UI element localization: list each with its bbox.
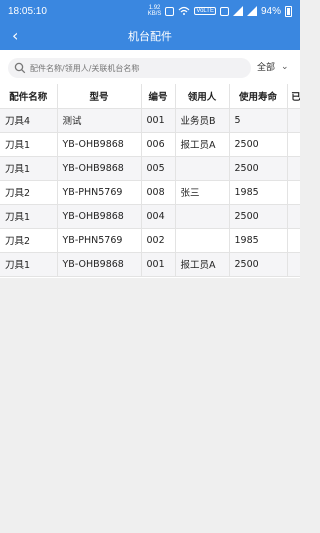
cell-used bbox=[287, 228, 300, 253]
signal-icon-2 bbox=[246, 6, 257, 16]
cell-service-life: 2500 bbox=[229, 252, 288, 277]
cell-service-life: 2500 bbox=[229, 156, 288, 181]
cell-recipient: 报工员A bbox=[175, 132, 230, 157]
cell-part-name: 刀具1 bbox=[0, 132, 58, 157]
status-icons: 1.92 KB/S VoLTE 94% bbox=[148, 5, 292, 17]
header-part-name: 配件名称 bbox=[0, 84, 58, 109]
cell-part-name: 刀具1 bbox=[0, 204, 58, 229]
chevron-down-icon: ⌄ bbox=[281, 61, 289, 72]
table-row[interactable]: 刀具2 YB-PHN5769 008 张三 1985 bbox=[0, 180, 300, 205]
vibrate-icon bbox=[219, 6, 229, 16]
cell-used bbox=[287, 252, 300, 277]
header-number: 编号 bbox=[141, 84, 176, 109]
cell-model: YB-PHN5769 bbox=[57, 228, 142, 253]
parts-table[interactable]: 配件名称 型号 编号 领用人 使用寿命 已 刀具4 测试 001 业务员B 5 … bbox=[0, 84, 300, 278]
page-title: 机台配件 bbox=[128, 30, 172, 43]
status-bar: 18:05:10 1.92 KB/S VoLTE 94% bbox=[0, 0, 300, 22]
cell-number: 008 bbox=[141, 180, 176, 205]
table-row[interactable]: 刀具1 YB-OHB9868 006 报工员A 2500 bbox=[0, 132, 300, 157]
cell-number: 006 bbox=[141, 132, 176, 157]
header-service-life: 使用寿命 bbox=[229, 84, 288, 109]
cell-used bbox=[287, 204, 300, 229]
cell-number: 001 bbox=[141, 252, 176, 277]
net-speed-unit: KB/S bbox=[147, 11, 162, 17]
cell-model: YB-PHN5769 bbox=[57, 180, 142, 205]
table-row[interactable]: 刀具2 YB-PHN5769 002 1985 bbox=[0, 228, 300, 253]
nav-bar: ‹ 机台配件 bbox=[0, 22, 300, 50]
back-icon[interactable]: ‹ bbox=[12, 28, 28, 44]
table-row[interactable]: 刀具1 YB-OHB9868 004 2500 bbox=[0, 204, 300, 229]
filter-label: 全部 bbox=[257, 63, 276, 73]
cell-recipient bbox=[175, 204, 230, 229]
table-row[interactable]: 刀具1 YB-OHB9868 001 报工员A 2500 bbox=[0, 252, 300, 277]
cell-part-name: 刀具2 bbox=[0, 228, 58, 253]
cell-model: 测试 bbox=[57, 108, 142, 133]
header-used: 已 bbox=[287, 84, 300, 109]
cell-service-life: 2500 bbox=[229, 204, 288, 229]
search-bar: 全部 ⌄ bbox=[0, 50, 300, 84]
table-header: 配件名称 型号 编号 领用人 使用寿命 已 bbox=[0, 84, 300, 109]
cell-recipient bbox=[175, 228, 230, 253]
cell-number: 004 bbox=[141, 204, 176, 229]
alarm-icon bbox=[165, 6, 175, 16]
cell-model: YB-OHB9868 bbox=[57, 132, 142, 157]
cell-recipient: 张三 bbox=[175, 180, 230, 205]
header-recipient: 领用人 bbox=[175, 84, 230, 109]
cell-used bbox=[287, 180, 300, 205]
cell-used bbox=[287, 132, 300, 157]
cell-number: 001 bbox=[141, 108, 176, 133]
cell-number: 002 bbox=[141, 228, 176, 253]
table-row[interactable]: 刀具1 YB-OHB9868 005 2500 bbox=[0, 156, 300, 181]
search-icon bbox=[14, 62, 26, 74]
header-model: 型号 bbox=[57, 84, 142, 109]
cell-number: 005 bbox=[141, 156, 176, 181]
cell-model: YB-OHB9868 bbox=[57, 252, 142, 277]
search-input[interactable] bbox=[30, 63, 240, 73]
cell-used bbox=[287, 108, 300, 133]
cell-part-name: 刀具1 bbox=[0, 156, 58, 181]
cell-model: YB-OHB9868 bbox=[57, 156, 142, 181]
net-speed: 1.92 KB/S bbox=[148, 5, 162, 17]
table-row[interactable]: 刀具4 测试 001 业务员B 5 bbox=[0, 108, 300, 133]
filter-dropdown[interactable]: 全部 ⌄ bbox=[257, 60, 289, 74]
cell-part-name: 刀具4 bbox=[0, 108, 58, 133]
cell-recipient bbox=[175, 156, 230, 181]
cell-model: YB-OHB9868 bbox=[57, 204, 142, 229]
cell-recipient: 报工员A bbox=[175, 252, 230, 277]
cell-recipient: 业务员B bbox=[175, 108, 230, 133]
search-box[interactable] bbox=[8, 58, 251, 78]
cell-used bbox=[287, 156, 300, 181]
status-time: 18:05:10 bbox=[8, 5, 47, 17]
cell-service-life: 2500 bbox=[229, 132, 288, 157]
battery-icon bbox=[285, 5, 292, 17]
cell-part-name: 刀具1 bbox=[0, 252, 58, 277]
cell-service-life: 1985 bbox=[229, 180, 288, 205]
signal-icon bbox=[232, 6, 243, 16]
wifi-icon bbox=[178, 6, 190, 15]
cell-service-life: 1985 bbox=[229, 228, 288, 253]
volte-indicator: VoLTE bbox=[194, 7, 216, 15]
battery-percent: 94% bbox=[260, 5, 281, 17]
cell-service-life: 5 bbox=[229, 108, 288, 133]
cell-part-name: 刀具2 bbox=[0, 180, 58, 205]
